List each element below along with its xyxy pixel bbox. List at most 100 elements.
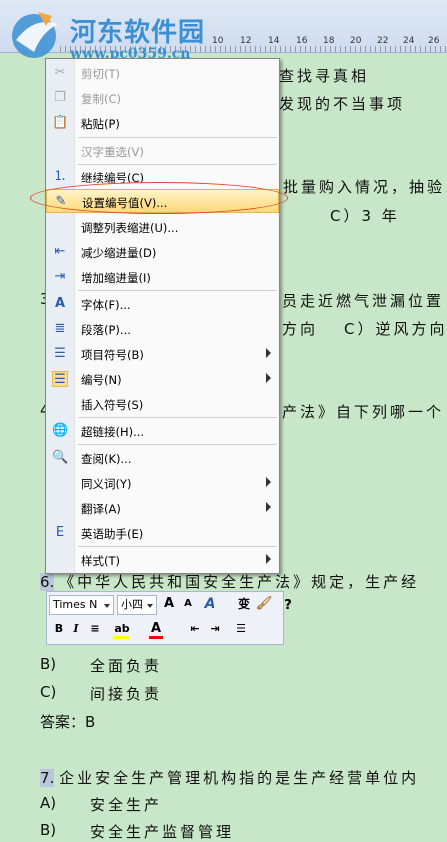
decrease-indent-button[interactable]: ⇤ (187, 620, 203, 640)
phonetic-guide-icon: 变 (237, 597, 250, 611)
english-assistant-icon: E (55, 525, 65, 540)
ruler-tick: 14 (268, 36, 280, 46)
menu-item-font[interactable]: A 字体(F)... (46, 292, 279, 316)
highlight-button[interactable]: ab (111, 620, 133, 640)
center-align-button[interactable]: ≡ (87, 620, 103, 640)
increase-indent-button[interactable]: ⇥ (207, 620, 223, 640)
paintbrush-icon: 🖌 (255, 596, 273, 611)
question-text: 《中华人民共和国安全生产法》规定，生产经 (59, 573, 420, 591)
increase-indent-icon: ⇥ (210, 622, 220, 635)
menu-item-label: 查阅(K)... (81, 452, 132, 466)
scissors-icon: ✂ (54, 65, 66, 80)
help-button[interactable]: ? (283, 597, 293, 617)
submenu-arrow-icon (266, 348, 271, 358)
decrease-indent-icon: ⇤ (54, 244, 66, 259)
menu-separator (78, 290, 277, 291)
font-size-value: 小四 (121, 598, 143, 611)
menu-item-copy[interactable]: ❐ 复制(C) (46, 86, 279, 110)
doc-text-fragment: 员走近燃气泄漏位置 (282, 292, 445, 310)
menu-separator (78, 137, 277, 138)
option-label: B) (40, 655, 57, 673)
clipboard-icon: 📋 (52, 115, 69, 130)
continue-numbering-icon: ⒈ (53, 169, 67, 184)
shrink-font-button[interactable]: A (181, 595, 195, 615)
context-menu: ✂ 剪切(T) ❐ 复制(C) 📋 粘贴(P) 汉字重选(V) ⒈ 继续编号(C… (45, 58, 280, 574)
doc-text-fragment: 发现的不当事项 (279, 95, 406, 113)
submenu-arrow-icon (266, 502, 271, 512)
question-number: 7. (40, 769, 55, 787)
menu-item-label: 汉字重选(V) (81, 145, 144, 159)
bold-button[interactable]: B (51, 620, 67, 640)
menu-item-label: 复制(C) (81, 92, 122, 106)
font-color-icon: A (150, 621, 162, 636)
watermark: 河东软件园 www.pc0359.cn (8, 6, 218, 62)
grow-font-icon: A (163, 596, 175, 611)
menu-item-label: 增加缩进量(I) (81, 271, 151, 285)
submenu-arrow-icon (266, 554, 271, 564)
option-label: A) (40, 794, 57, 812)
menu-item-reconvert[interactable]: 汉字重选(V) (46, 139, 279, 163)
ruler-tick: 12 (240, 36, 252, 46)
option-label: C) (40, 683, 57, 701)
menu-item-label: 编号(N) (81, 373, 122, 387)
font-size-dropdown[interactable]: 小四 (117, 595, 157, 615)
menu-item-label: 减少缩进量(D) (81, 246, 157, 260)
menu-item-label: 剪切(T) (81, 67, 120, 81)
highlighter-icon: ab (114, 622, 130, 635)
menu-item-lookup[interactable]: 🔍 查阅(K)... (46, 446, 279, 470)
bullets-icon: ☰ (54, 346, 66, 361)
menu-item-numbering[interactable]: ☰ 编号(N) (46, 367, 279, 391)
increase-indent-icon: ⇥ (54, 269, 66, 284)
doc-text-fragment: 查找寻真相 (279, 67, 370, 85)
menu-item-decrease-indent[interactable]: ⇤ 减少缩进量(D) (46, 240, 279, 264)
menu-item-insert-symbol[interactable]: 插入符号(S) (46, 392, 279, 416)
menu-separator (78, 417, 277, 418)
grow-font-button[interactable]: A (161, 595, 177, 615)
paragraph-icon: ≣ (54, 321, 66, 336)
menu-item-increase-indent[interactable]: ⇥ 增加缩进量(I) (46, 265, 279, 289)
menu-item-hyperlink[interactable]: 🌐 超链接(H)... (46, 419, 279, 443)
mini-toolbar: Times N 小四 A A A 变 🖌 ? B I ≡ ab A ⇤ ⇥ ☰ (46, 591, 292, 645)
ruler-tick: 22 (377, 36, 389, 46)
watermark-title: 河东软件园 (70, 18, 206, 48)
menu-item-english-assistant[interactable]: E 英语助手(E) (46, 521, 279, 545)
italic-icon: I (73, 622, 79, 635)
bullets-button[interactable]: ☰ (229, 620, 253, 640)
menu-item-cut[interactable]: ✂ 剪切(T) (46, 61, 279, 85)
answer-text: 答案：B (40, 713, 96, 731)
menu-item-paragraph[interactable]: ≣ 段落(P)... (46, 317, 279, 341)
ruler-tick: 16 (296, 36, 308, 46)
option-text: 安全生产监督管理 (90, 823, 235, 841)
menu-item-synonyms[interactable]: 同义词(Y) (46, 471, 279, 495)
italic-button[interactable]: I (69, 620, 83, 640)
menu-item-label: 插入符号(S) (81, 398, 144, 412)
research-icon: 🔍 (52, 450, 69, 465)
format-painter-button[interactable]: 🖌 (255, 595, 273, 615)
menu-item-label: 调整列表缩进(U)... (81, 221, 179, 235)
submenu-arrow-icon (266, 373, 271, 383)
menu-item-paste[interactable]: 📋 粘贴(P) (46, 111, 279, 135)
menu-item-label: 段落(P)... (81, 323, 131, 337)
styles-button[interactable]: A (199, 595, 221, 615)
menu-item-label: 翻译(A) (81, 502, 121, 516)
ruler-tick: 26 (428, 36, 440, 46)
option-text: 间接负责 (90, 685, 163, 703)
option-label: B) (40, 821, 57, 839)
menu-item-adjust-list-indent[interactable]: 调整列表缩进(U)... (46, 215, 279, 239)
chevron-down-icon (104, 604, 110, 608)
menu-item-styles[interactable]: 样式(T) (46, 548, 279, 572)
ruler-tick: 18 (323, 36, 335, 46)
question-7: 7. 企业安全生产管理机构指的是生产经营单位内 (40, 767, 419, 788)
font-color-button[interactable]: A (147, 620, 165, 640)
menu-item-label: 超链接(H)... (81, 425, 145, 439)
doc-text-fragment: C）3 年 (330, 207, 400, 225)
doc-text-fragment: 产法》自下列哪一个 (282, 403, 445, 421)
menu-item-bullets[interactable]: ☰ 项目符号(B) (46, 342, 279, 366)
bold-icon: B (54, 622, 64, 635)
question-number: 6. (40, 573, 55, 591)
phonetic-guide-button[interactable]: 变 (235, 595, 253, 615)
menu-item-translate[interactable]: 翻译(A) (46, 496, 279, 520)
question-text: 企业安全生产管理机构指的是生产经营单位内 (59, 769, 420, 787)
font-name-dropdown[interactable]: Times N (49, 595, 114, 615)
font-icon: A (54, 296, 66, 311)
